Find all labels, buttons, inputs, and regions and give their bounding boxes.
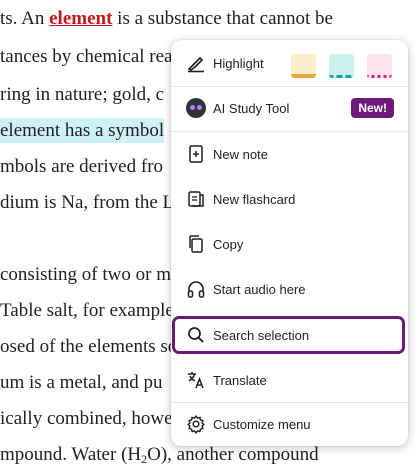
copy-label: Copy (213, 236, 244, 252)
translate-item[interactable]: Translate (171, 360, 408, 400)
new-badge: New! (351, 98, 394, 118)
document-line: um is a metal, and pu (0, 369, 163, 397)
headphones-icon (185, 278, 207, 300)
highlight-label: Highlight (213, 55, 264, 71)
ai-study-tool-item[interactable]: AI Study Tool New! (171, 88, 408, 128)
text-run: Na (61, 192, 84, 213)
text-run: ring in nature; gold, c (0, 84, 165, 105)
document-line: mbols are derived fro (0, 153, 163, 181)
search-icon (185, 324, 207, 346)
start-audio-item[interactable]: Start audio here (171, 269, 408, 309)
text-run: consisting of two or m (0, 264, 171, 285)
highlighter-icon (185, 52, 207, 74)
ai-study-tool-icon (185, 97, 207, 119)
customize-menu-item[interactable]: Customize menu (171, 404, 408, 444)
copy-icon (185, 233, 207, 255)
text-run: tances by chemical rea (0, 46, 173, 67)
search-selection-item[interactable]: Search selection (171, 315, 408, 355)
document-line: consisting of two or m (0, 261, 171, 289)
new-flashcard-label: New flashcard (213, 191, 296, 207)
text-run: is a substance that cannot be (112, 8, 333, 29)
translate-label: Translate (213, 372, 267, 388)
text-run: , from the L (83, 192, 175, 213)
highlight-yellow-swatch[interactable] (291, 54, 316, 78)
ai-study-tool-label: AI Study Tool (213, 100, 290, 116)
new-note-label: New note (213, 146, 268, 162)
context-menu: Highlight AI Study Tool New! New note Ne… (171, 40, 408, 446)
document-line: ically combined, howe (0, 405, 173, 433)
highlight-item[interactable]: Highlight (171, 43, 408, 83)
document-line: ts. An element is a substance that canno… (0, 5, 333, 33)
divider (171, 86, 408, 87)
document-line: element has a symbol (0, 117, 165, 145)
highlight-blue-swatch[interactable] (329, 54, 354, 78)
highlight-pink-swatch[interactable] (367, 54, 392, 78)
start-audio-label: Start audio here (213, 281, 306, 297)
text-run: Table salt, for example (0, 300, 174, 321)
document-line: osed of the elements so (0, 333, 177, 361)
term-link[interactable]: element (49, 8, 112, 29)
new-note-item[interactable]: New note (171, 134, 408, 174)
divider (171, 402, 408, 403)
text-run: dium is (0, 192, 62, 213)
text-run: mbols are derived fro (0, 156, 164, 177)
divider (171, 131, 408, 132)
text-run: mpound. Water (H (0, 444, 142, 465)
note-plus-icon (185, 143, 207, 165)
gear-icon (185, 413, 207, 435)
new-flashcard-item[interactable]: New flashcard (171, 179, 408, 219)
text-run: ts. An (0, 8, 50, 29)
document-line: ring in nature; gold, c (0, 81, 164, 109)
text-run: um is a metal, and pu (0, 372, 163, 393)
document-line: Table salt, for example (0, 297, 174, 325)
text-run: osed of the elements so (0, 336, 178, 357)
flashcard-icon (185, 188, 207, 210)
text-run: element has a symbol (0, 118, 165, 143)
document-line: dium is Na, from the L (0, 189, 174, 217)
translate-icon (185, 369, 207, 391)
text-run: ically combined, howe (0, 408, 173, 429)
text-run: O), another compound (147, 444, 319, 465)
customize-menu-label: Customize menu (213, 416, 311, 432)
search-selection-label: Search selection (213, 327, 310, 343)
copy-item[interactable]: Copy (171, 224, 408, 264)
document-line: tances by chemical rea (0, 43, 172, 71)
